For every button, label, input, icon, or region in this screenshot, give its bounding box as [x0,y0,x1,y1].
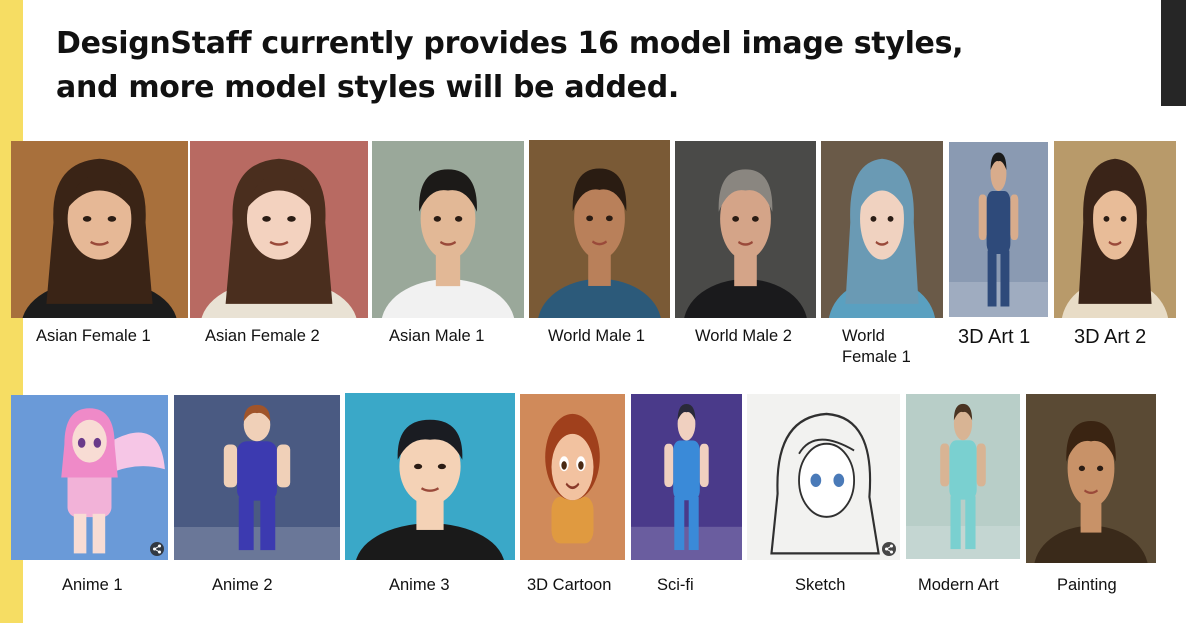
anime-figure-icon [11,395,168,560]
caption-world-female-1: World Female 1 [842,327,911,366]
caption-3d-art-2: 3D Art 2 [1074,326,1147,348]
corner-block [1161,0,1186,106]
caption-modern-art: Modern Art [918,576,999,594]
caption-anime-2: Anime 2 [212,576,273,594]
full-body-figure-icon [906,394,1020,559]
man-portrait-icon [345,393,515,560]
woman-portrait-icon [821,141,943,318]
share-icon[interactable] [882,542,896,556]
tile-world-male-2[interactable] [675,141,816,318]
full-body-figure-icon [174,395,340,560]
tile-3d-cartoon[interactable] [520,394,625,560]
headline-line-1: DesignStaff currently provides 16 model … [56,26,964,61]
tile-asian-male-1[interactable] [372,141,524,318]
tile-sci-fi[interactable] [631,394,742,560]
tile-asian-female-2[interactable] [190,141,368,318]
tile-3d-art-2[interactable] [1054,141,1176,318]
caption-anime-3: Anime 3 [389,576,450,594]
tile-painting[interactable] [1026,394,1156,563]
tile-anime-1[interactable] [11,395,168,560]
caption-sketch: Sketch [795,576,846,594]
man-portrait-icon [1026,394,1156,563]
man-portrait-icon [529,140,670,318]
caption-asian-male-1: Asian Male 1 [389,327,485,345]
cartoon-figure-icon [520,394,625,560]
caption-anime-1: Anime 1 [62,576,123,594]
caption-world-male-2: World Male 2 [695,327,792,345]
man-portrait-icon [372,141,524,318]
tile-sketch[interactable] [747,394,900,560]
caption-asian-female-1: Asian Female 1 [36,327,151,345]
caption-3d-cartoon: 3D Cartoon [527,576,612,594]
woman-portrait-icon [1054,141,1176,318]
tile-anime-3[interactable] [345,393,515,560]
tile-3d-art-1[interactable] [949,142,1048,317]
sketch-portrait-icon [747,394,900,560]
caption-world-male-1: World Male 1 [548,327,645,345]
full-body-figure-icon [949,142,1048,317]
share-icon[interactable] [150,542,164,556]
tile-anime-2[interactable] [174,395,340,560]
woman-portrait-icon [190,141,368,318]
tile-world-male-1[interactable] [529,140,670,318]
woman-portrait-icon [11,141,188,318]
headline: DesignStaff currently provides 16 model … [56,22,1146,110]
caption-sci-fi: Sci-fi [657,576,694,594]
tile-world-female-1[interactable] [821,141,943,318]
tile-modern-art[interactable] [906,394,1020,559]
full-body-figure-icon [631,394,742,560]
caption-3d-art-1: 3D Art 1 [958,326,1031,348]
man-portrait-icon [675,141,816,318]
tile-asian-female-1[interactable] [11,141,188,318]
caption-painting: Painting [1057,576,1117,594]
headline-line-2: and more model styles will be added. [56,70,679,105]
caption-asian-female-2: Asian Female 2 [205,327,320,345]
